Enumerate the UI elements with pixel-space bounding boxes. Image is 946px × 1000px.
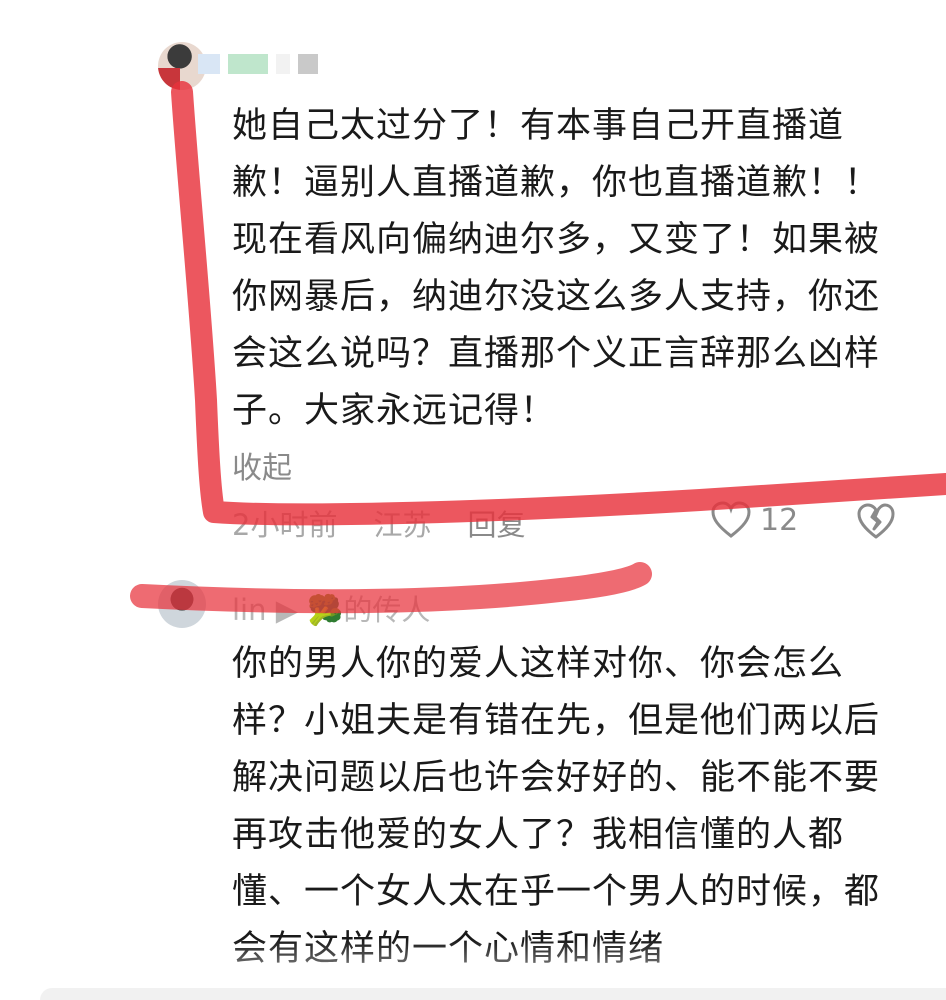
- reply-button[interactable]: 回复: [467, 502, 525, 544]
- avatar[interactable]: [158, 580, 206, 628]
- heart-icon: [711, 501, 751, 538]
- comment-time: 2小时前: [232, 508, 338, 542]
- username-redacted[interactable]: [198, 54, 318, 74]
- comment-text: 她自己太过分了！有本事自己开直播道歉！逼别人直播道歉，你也直播道歉！！现在看风向…: [232, 106, 881, 431]
- mosaic-block: [298, 54, 318, 74]
- fade-overlay: [0, 940, 946, 988]
- like-button[interactable]: 12: [710, 500, 798, 540]
- broken-heart-icon[interactable]: [856, 502, 896, 542]
- comment-location: 江苏: [373, 508, 432, 542]
- mosaic-block: [276, 54, 290, 74]
- comment-meta: 2小时前 江苏 回复: [232, 502, 525, 544]
- mosaic-block: [228, 54, 268, 74]
- input-bar[interactable]: [40, 988, 946, 1000]
- username[interactable]: lin ▶ 🥦的传人: [232, 587, 430, 629]
- comment-thread: 她自己太过分了！有本事自己开直播道歉！逼别人直播道歉，你也直播道歉！！现在看风向…: [0, 0, 946, 1000]
- mosaic-block: [198, 54, 220, 74]
- collapse-button[interactable]: 收起: [232, 443, 292, 487]
- like-count: 12: [760, 502, 799, 538]
- comment-text: 你的男人你的爱人这样对你、你会怎么样？小姐夫是有错在先，但是他们两以后解决问题以…: [232, 644, 881, 969]
